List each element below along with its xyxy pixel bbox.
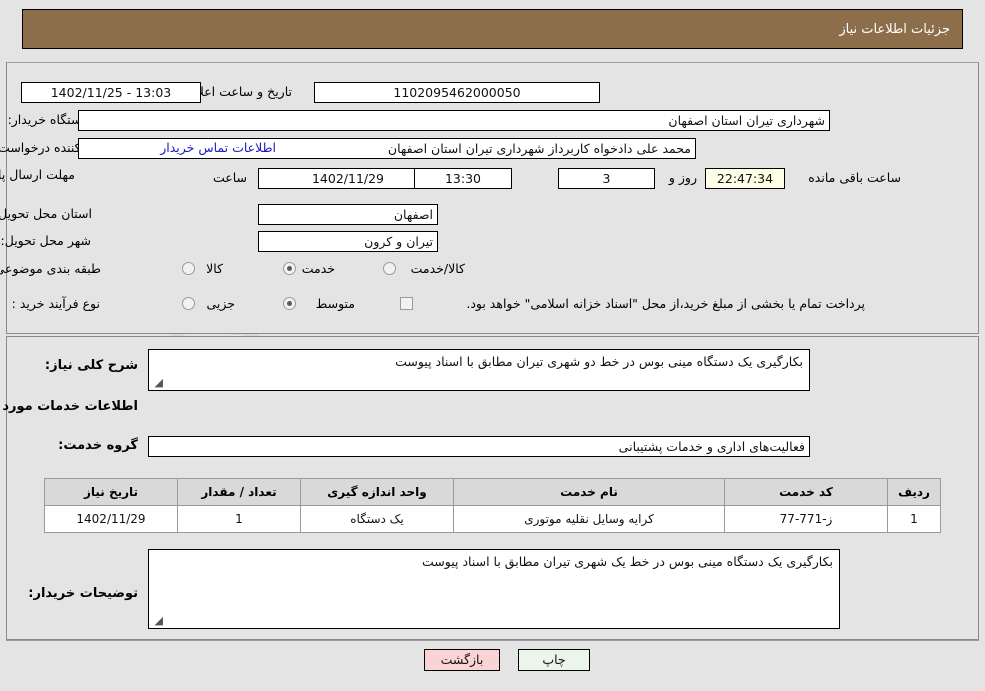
checkbox-treasury-docs[interactable] [400, 297, 413, 310]
cell-row-no: 1 [887, 505, 941, 533]
city-label: شهر محل تحویل: [0, 233, 91, 248]
purchase-type-label: نوع فرآیند خرید : [11, 296, 100, 311]
general-desc-textarea[interactable]: بکارگیری یک دستگاه مینی بوس در خط دو شهر… [148, 349, 810, 391]
buyer-contact-link[interactable]: اطلاعات تماس خریدار [160, 140, 276, 155]
resize-grip-icon-2[interactable]: ◢ [151, 615, 163, 627]
col-service-name: نام خدمت [453, 478, 725, 506]
col-quantity: تعداد / مقدار [177, 478, 301, 506]
radio-category-khedmat-label: خدمت [301, 261, 335, 276]
table-row: 1 ز-771-77 کرایه وسایل نقلیه موتوری یک د… [44, 505, 941, 533]
page-title: جزئیات اطلاعات نیاز [839, 21, 950, 37]
radio-purchase-jozii-label: جزیی [206, 296, 235, 311]
col-service-code: کد خدمت [724, 478, 888, 506]
general-desc-label: شرح کلی نیاز: [44, 358, 138, 373]
cell-quantity: 1 [177, 505, 301, 533]
back-button[interactable]: بازگشت [424, 649, 500, 671]
checkbox-treasury-docs-label: پرداخت تمام یا بخشی از مبلغ خرید،از محل … [466, 296, 865, 311]
buyer-notes-label: توضیحات خریدار: [28, 586, 138, 601]
radio-purchase-motavasset[interactable] [283, 297, 296, 310]
radio-category-kala-label: کالا [206, 261, 223, 276]
province-value: اصفهان [258, 204, 438, 225]
services-table: ردیف کد خدمت نام خدمت واحد اندازه گیری ت… [44, 478, 941, 533]
countdown-value: 22:47:34 [705, 168, 785, 189]
page-header: جزئیات اطلاعات نیاز [22, 9, 963, 49]
public-announce-value: 13:03 - 1402/11/25 [21, 82, 201, 103]
buyer-notes-textarea[interactable]: بکارگیری یک دستگاه مینی بوس در خط یک شهر… [148, 549, 840, 629]
general-desc-value: بکارگیری یک دستگاه مینی بوس در خط دو شهر… [395, 354, 803, 369]
footer-divider [6, 640, 979, 641]
radio-category-kala[interactable] [182, 262, 195, 275]
cell-unit: یک دستگاه [300, 505, 454, 533]
radio-purchase-jozii[interactable] [182, 297, 195, 310]
col-unit: واحد اندازه گیری [300, 478, 454, 506]
radio-category-khedmat[interactable] [283, 262, 296, 275]
city-value: تیران و کرون [258, 231, 438, 252]
cell-service-name: کرایه وسایل نقلیه موتوری [453, 505, 725, 533]
deadline-hour-value: 13:30 [414, 168, 512, 189]
table-header-row: ردیف کد خدمت نام خدمت واحد اندازه گیری ت… [44, 478, 941, 506]
resize-grip-icon[interactable]: ◢ [151, 377, 163, 389]
page-root: AriaTender.net جزئیات اطلاعات نیاز شماره… [0, 0, 985, 691]
cell-need-date: 1402/11/29 [44, 505, 178, 533]
deadline-label: مهلت ارسال پاسخ: تا تاریخ: [0, 167, 75, 182]
buyer-org-value: شهرداری تیران استان اصفهان [78, 110, 830, 131]
days-and-label: روز و [668, 170, 697, 185]
category-label: طبقه بندی موضوعی: [0, 261, 101, 276]
deadline-date-value: 1402/11/29 [258, 168, 438, 189]
print-button[interactable]: چاپ [518, 649, 590, 671]
countdown-label: ساعت باقی مانده [808, 170, 901, 185]
radio-purchase-motavasset-label: متوسط [315, 296, 355, 311]
radio-category-kala-khedmat[interactable] [383, 262, 396, 275]
buyer-notes-value: بکارگیری یک دستگاه مینی بوس در خط یک شهر… [422, 554, 833, 569]
province-label: استان محل تحویل: [0, 206, 92, 221]
services-section-title: اطلاعات خدمات مورد نیاز [0, 399, 138, 414]
need-number-value: 1102095462000050 [314, 82, 600, 103]
cell-service-code: ز-771-77 [724, 505, 888, 533]
service-group-value: فعالیت‌های اداری و خدمات پشتیبانی [148, 436, 810, 457]
deadline-hour-label: ساعت [212, 170, 247, 185]
col-row-no: ردیف [887, 478, 941, 506]
service-group-label: گروه خدمت: [58, 438, 138, 453]
days-remaining-value: 3 [558, 168, 655, 189]
radio-category-kala-khedmat-label: کالا/خدمت [410, 261, 465, 276]
col-need-date: تاریخ نیاز [44, 478, 178, 506]
